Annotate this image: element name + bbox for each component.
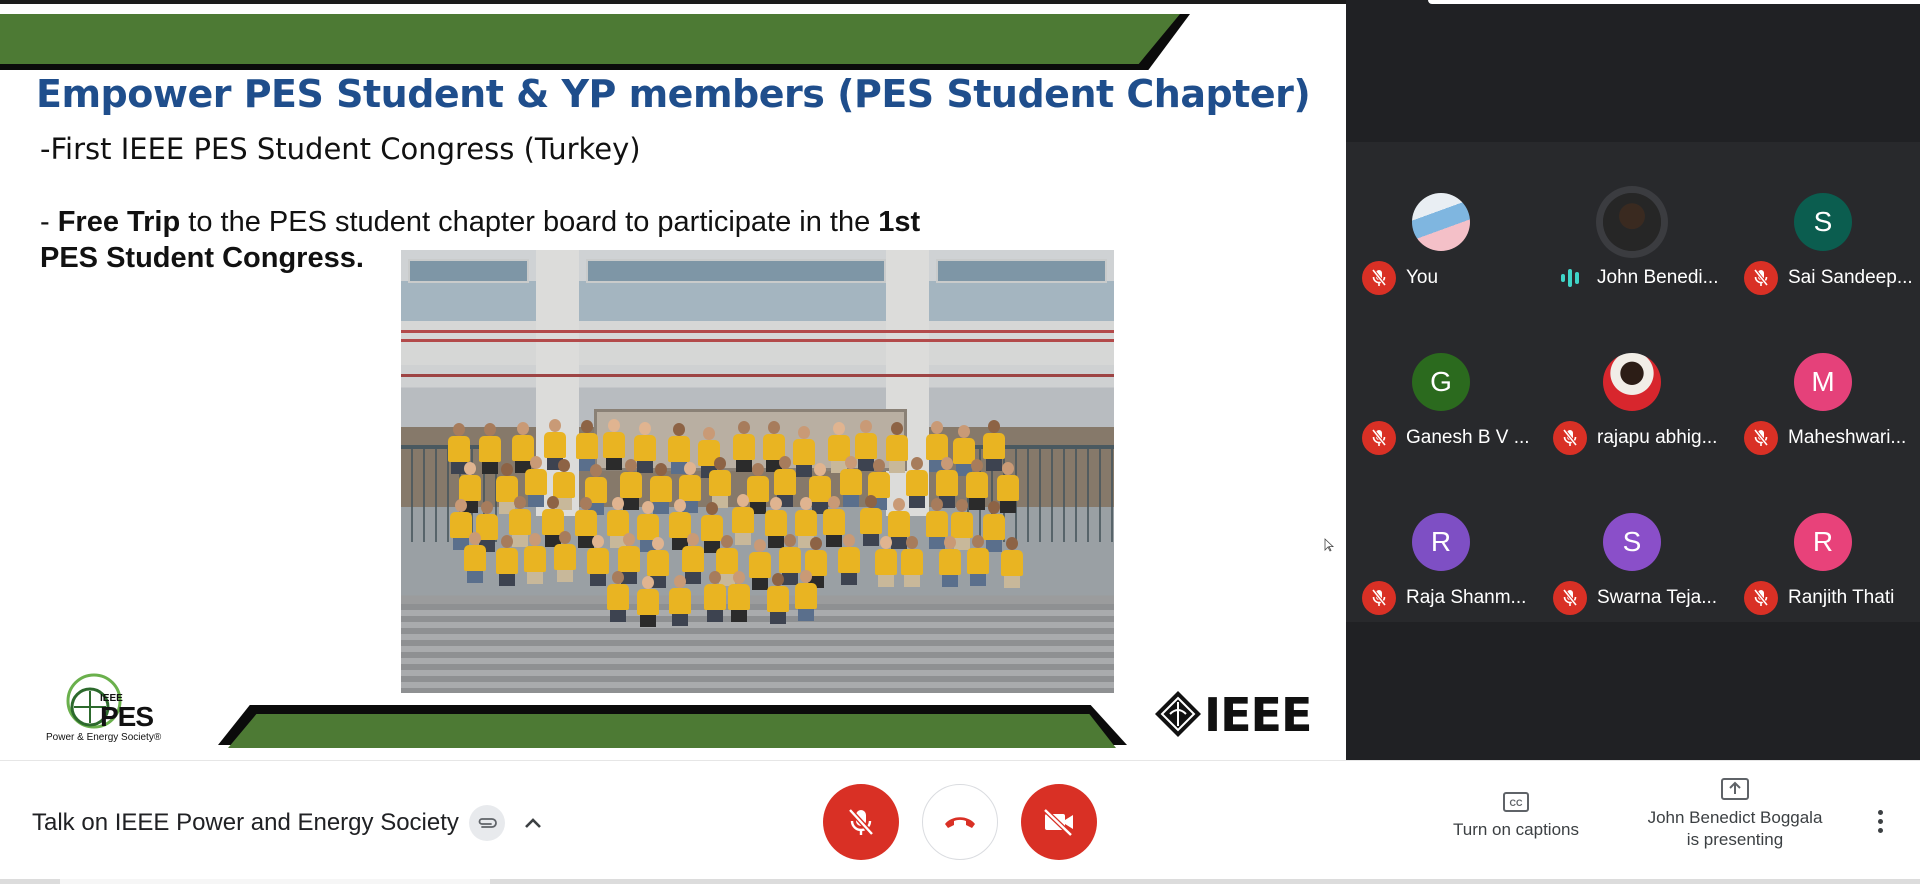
participant-name-row: Ranjith Thati bbox=[1744, 580, 1894, 616]
speaking-indicator-icon bbox=[1553, 261, 1587, 295]
ieee-pes-logo: IEEE PES Power & Energy Society® bbox=[44, 665, 164, 745]
mic-off-icon bbox=[1744, 581, 1778, 615]
chevron-up-icon[interactable] bbox=[515, 805, 551, 841]
meeting-title: Talk on IEEE Power and Energy Society bbox=[32, 809, 459, 836]
participant-avatar: S bbox=[1603, 513, 1661, 571]
pes-logo-subtitle: Power & Energy Society® bbox=[46, 732, 162, 743]
participant-tile[interactable]: M Maheshwari... bbox=[1728, 302, 1919, 462]
mic-off-icon bbox=[1362, 581, 1396, 615]
bullet-middle: to the PES student chapter board to part… bbox=[180, 206, 879, 238]
microphone-toggle-button[interactable] bbox=[823, 784, 899, 860]
participant-name: You bbox=[1406, 267, 1439, 288]
camera-off-icon bbox=[1043, 808, 1073, 837]
slide-title: Empower PES Student & YP members (PES St… bbox=[36, 72, 1311, 116]
camera-toggle-button[interactable] bbox=[1021, 784, 1097, 860]
participant-name: Ranjith Thati bbox=[1788, 587, 1895, 608]
presenter-name: John Benedict Boggala bbox=[1647, 808, 1823, 827]
presenting-button[interactable]: John Benedict Boggala is presenting bbox=[1630, 777, 1840, 851]
participant-name-row: Raja Shanm... bbox=[1362, 580, 1526, 616]
participant-name-row: Ganesh B V ... bbox=[1362, 420, 1530, 456]
present-screen-icon bbox=[1721, 778, 1749, 800]
top-strip bbox=[0, 0, 1346, 4]
participant-name-row: rajapu abhig... bbox=[1553, 420, 1717, 456]
participant-tile[interactable]: G Ganesh B V ... bbox=[1346, 302, 1537, 462]
ieee-logo: IEEE bbox=[1154, 688, 1314, 742]
ieee-diamond-icon bbox=[1155, 691, 1201, 737]
participant-name: Sai Sandeep... bbox=[1788, 267, 1913, 288]
participant-avatar: S bbox=[1794, 193, 1852, 251]
participant-grid: You John Benedi... S Sai Sandeep... G Ganesh … bbox=[1346, 142, 1920, 622]
mic-off-icon bbox=[848, 808, 874, 836]
ieee-logo-text: IEEE bbox=[1204, 688, 1312, 742]
bullet-prefix: - bbox=[40, 206, 58, 238]
mouse-cursor-icon bbox=[1324, 538, 1334, 552]
mic-off-icon bbox=[1744, 421, 1778, 455]
bullet-bold-free-trip: Free Trip bbox=[57, 206, 181, 238]
participant-avatar: G bbox=[1412, 353, 1470, 411]
mic-off-icon bbox=[1553, 421, 1587, 455]
participant-avatar bbox=[1603, 193, 1661, 251]
participant-tile[interactable]: R Raja Shanm... bbox=[1346, 462, 1537, 622]
mic-off-icon bbox=[1553, 581, 1587, 615]
participant-tile[interactable]: rajapu abhig... bbox=[1537, 302, 1728, 462]
participants-panel: You John Benedi... S Sai Sandeep... G Ganesh … bbox=[1346, 0, 1920, 760]
top-banner bbox=[0, 14, 1180, 64]
participant-name: rajapu abhig... bbox=[1597, 427, 1718, 448]
presenting-status: is presenting bbox=[1686, 830, 1784, 849]
participant-tile[interactable]: S Swarna Teja... bbox=[1537, 462, 1728, 622]
svg-text:CC: CC bbox=[1510, 798, 1523, 808]
leave-call-button[interactable] bbox=[922, 784, 998, 860]
closed-captions-icon: CC bbox=[1503, 792, 1529, 812]
participant-name-row: You bbox=[1362, 260, 1438, 296]
attachment-icon[interactable] bbox=[468, 805, 505, 841]
slide-subtitle: -First IEEE PES Student Congress (Turkey… bbox=[40, 132, 641, 166]
participant-name: John Benedi... bbox=[1597, 267, 1719, 288]
participant-name-row: Maheshwari... bbox=[1744, 420, 1906, 456]
participant-tile[interactable]: You bbox=[1346, 142, 1537, 302]
participant-name: Raja Shanm... bbox=[1406, 587, 1527, 608]
participant-avatar: R bbox=[1794, 513, 1852, 571]
participant-name: Maheshwari... bbox=[1788, 427, 1907, 448]
participant-avatar: M bbox=[1794, 353, 1852, 411]
captions-label: Turn on captions bbox=[1453, 820, 1579, 839]
participant-tile[interactable]: S Sai Sandeep... bbox=[1728, 142, 1919, 302]
participant-name-row: Sai Sandeep... bbox=[1744, 260, 1913, 296]
mic-off-icon bbox=[1362, 261, 1396, 295]
more-options-icon[interactable] bbox=[1862, 803, 1898, 839]
participant-avatar bbox=[1603, 353, 1661, 411]
participant-tile[interactable]: John Benedi... bbox=[1537, 142, 1728, 302]
participant-avatar bbox=[1412, 193, 1470, 251]
participant-tile[interactable]: R Ranjith Thati bbox=[1728, 462, 1919, 622]
participant-name-row: Swarna Teja... bbox=[1553, 580, 1717, 616]
participant-name: Ganesh B V ... bbox=[1406, 427, 1530, 448]
meeting-details: Talk on IEEE Power and Energy Society bbox=[32, 805, 551, 841]
horizontal-scrollbar[interactable] bbox=[0, 879, 1920, 884]
meeting-controls-bar: Talk on IEEE Power and Energy Society CC… bbox=[0, 760, 1920, 884]
hang-up-icon bbox=[945, 817, 975, 828]
pes-logo-text: PES bbox=[100, 701, 154, 732]
participant-avatar: R bbox=[1412, 513, 1470, 571]
bottom-banner bbox=[228, 714, 1116, 748]
panel-top-edge bbox=[1428, 0, 1920, 4]
mic-off-icon bbox=[1744, 261, 1778, 295]
presenting-label: John Benedict Boggala is presenting bbox=[1648, 807, 1823, 851]
mic-off-icon bbox=[1362, 421, 1396, 455]
participant-name-row: John Benedi... bbox=[1553, 260, 1718, 296]
captions-button[interactable]: CC Turn on captions bbox=[1440, 791, 1592, 841]
group-photo bbox=[401, 250, 1114, 693]
participant-name: Swarna Teja... bbox=[1597, 587, 1718, 608]
shared-slide: Empower PES Student & YP members (PES St… bbox=[0, 0, 1346, 760]
